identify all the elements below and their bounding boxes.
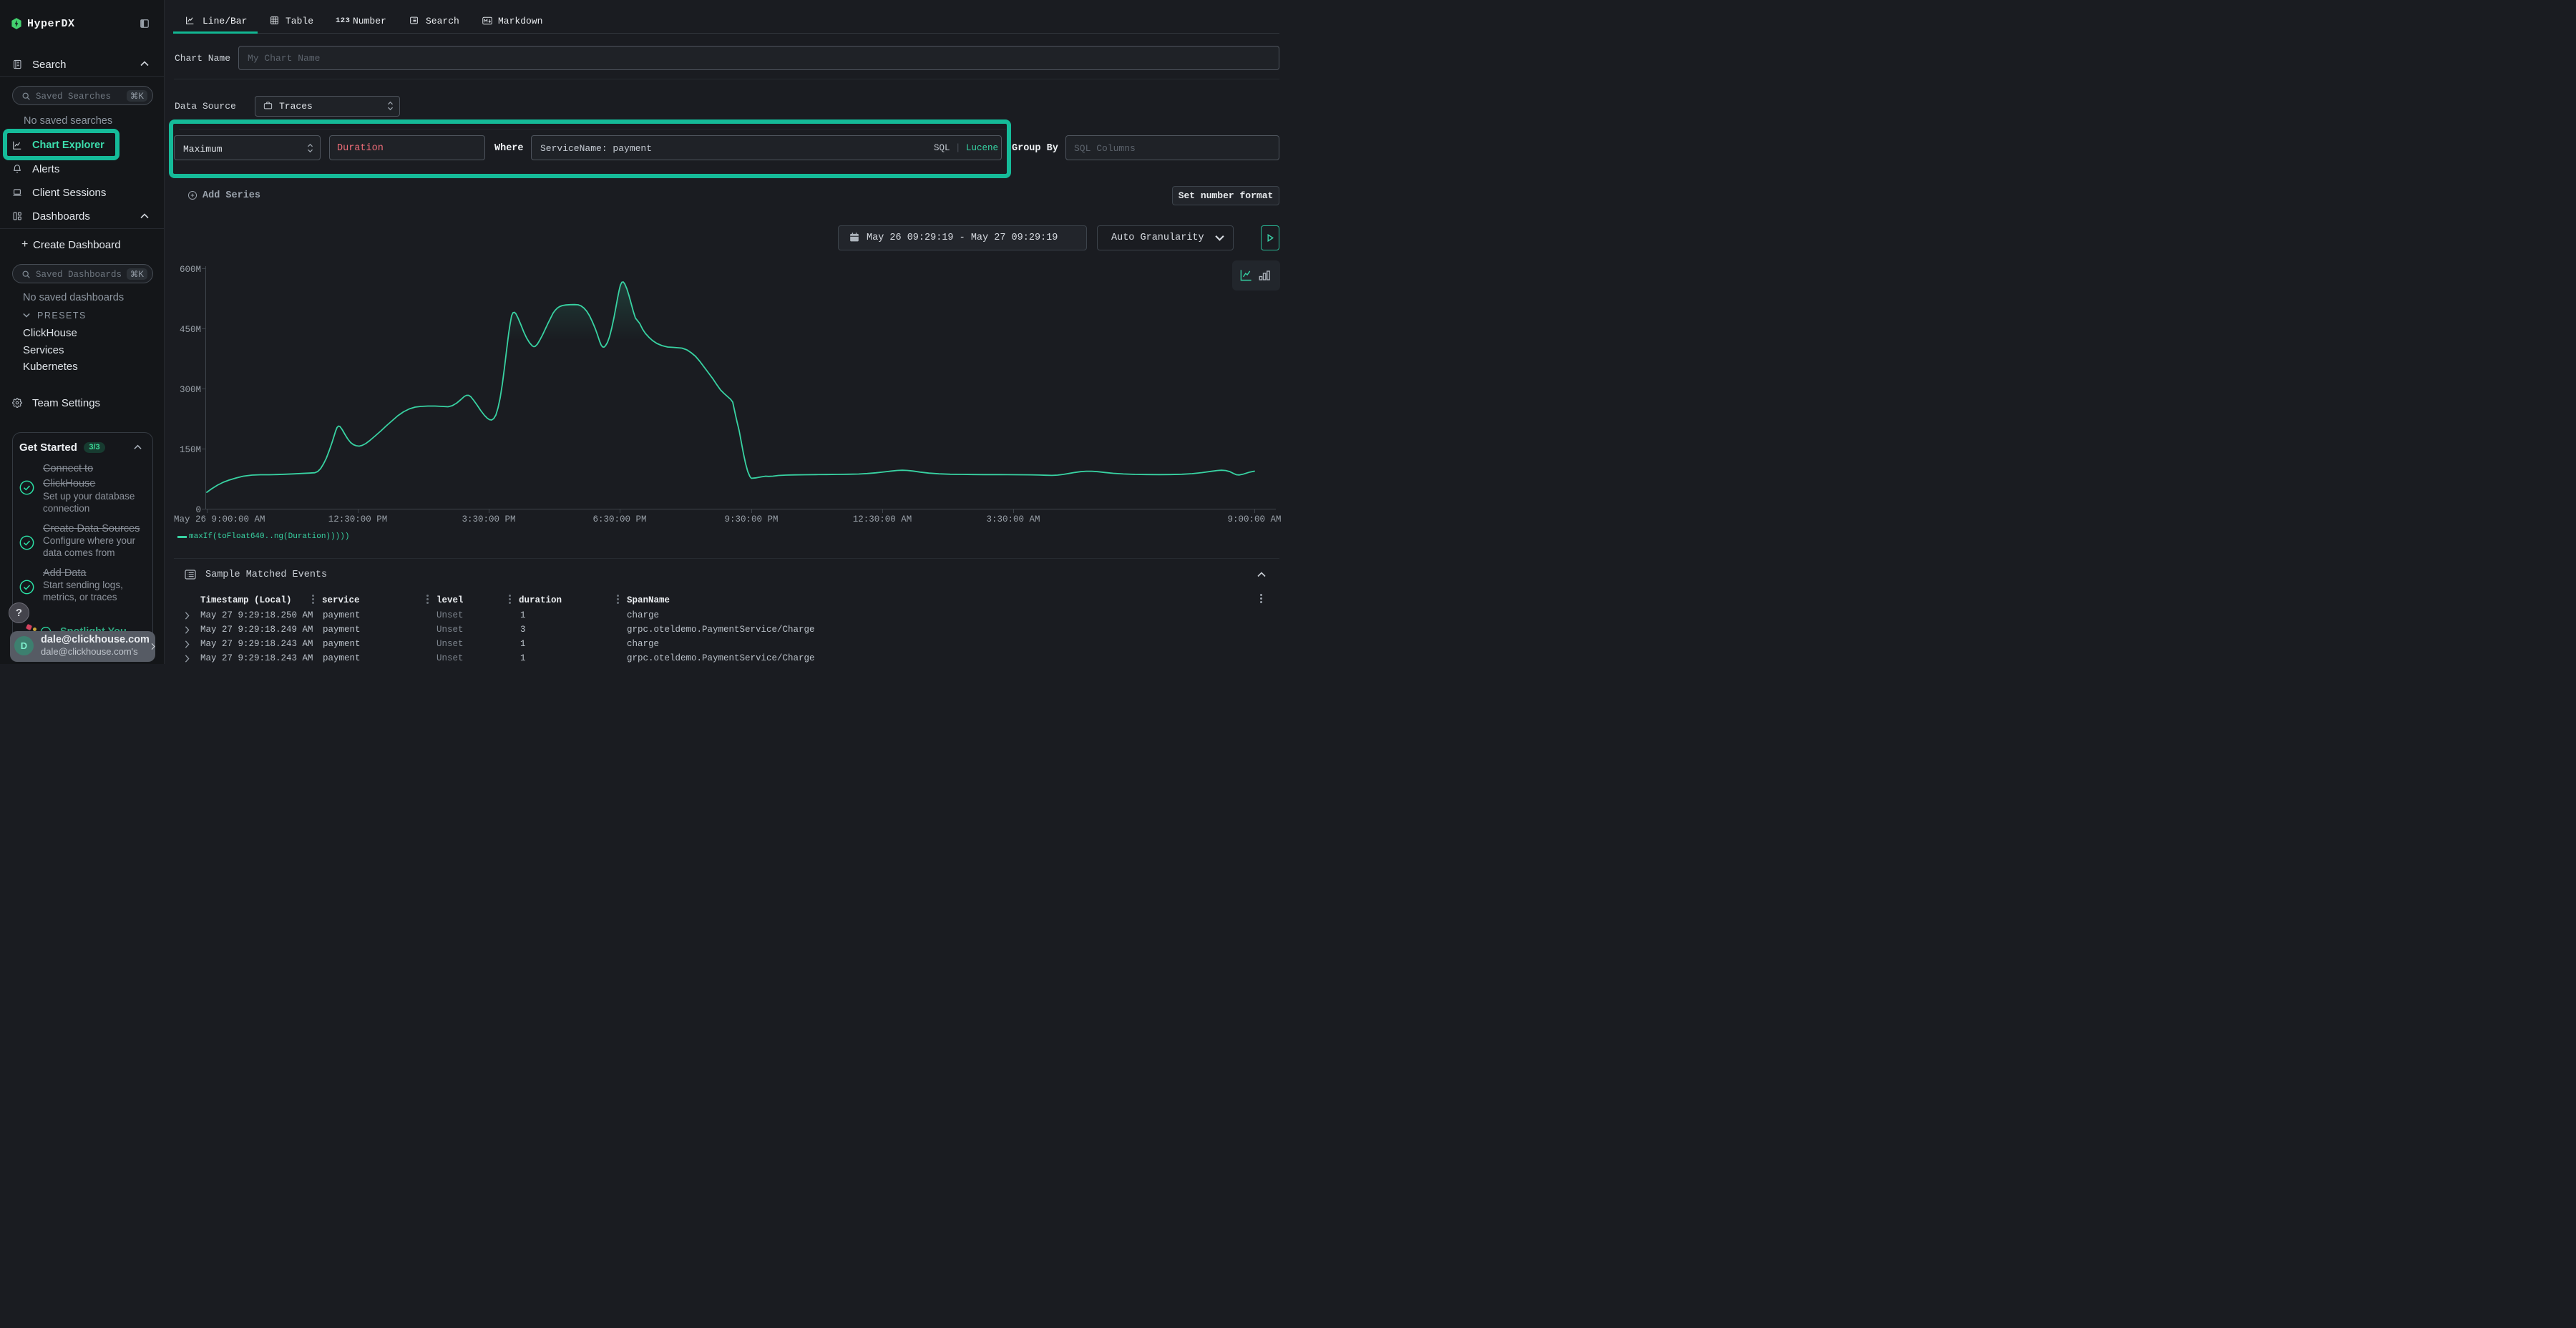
svg-text:9:30:00 PM: 9:30:00 PM: [724, 514, 778, 524]
svg-text:150M: 150M: [180, 445, 201, 455]
svg-text:6:30:00 PM: 6:30:00 PM: [592, 514, 646, 524]
svg-text:9:00:00 AM: 9:00:00 AM: [1227, 514, 1281, 524]
svg-text:450M: 450M: [180, 325, 201, 335]
svg-text:600M: 600M: [180, 265, 201, 275]
svg-text:300M: 300M: [180, 385, 201, 395]
svg-text:12:30:00 PM: 12:30:00 PM: [328, 514, 388, 524]
svg-text:3:30:00 PM: 3:30:00 PM: [462, 514, 515, 524]
svg-text:0: 0: [195, 505, 201, 515]
svg-text:12:30:00 AM: 12:30:00 AM: [853, 514, 912, 524]
svg-text:May 26 9:00:00 AM: May 26 9:00:00 AM: [174, 514, 265, 524]
svg-text:3:30:00 AM: 3:30:00 AM: [986, 514, 1040, 524]
